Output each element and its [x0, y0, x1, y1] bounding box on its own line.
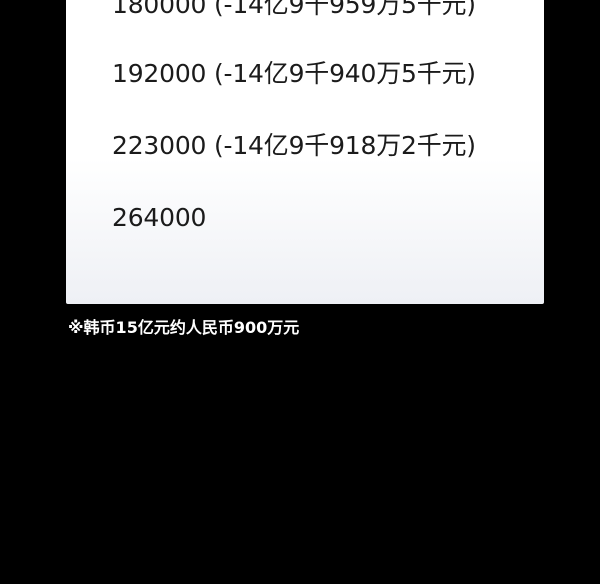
amount-line-3: 223000 (-14亿9千918万2千元) — [112, 131, 476, 160]
amount-line-2: 192000 (-14亿9千940万5千元) — [112, 59, 476, 88]
amount-line-4: 264000 — [112, 203, 207, 232]
amount-line-1: 180000 (-14亿9千959万5千元) — [112, 0, 476, 19]
currency-footnote: ※韩币15亿元约人民币900万元 — [68, 318, 300, 337]
comic-panel-page: 180000 (-14亿9千959万5千元) 192000 (-14亿9千940… — [0, 0, 600, 584]
